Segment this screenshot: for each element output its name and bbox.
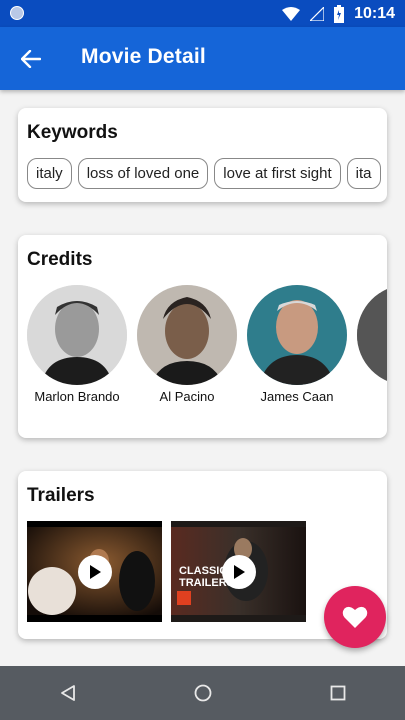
page-title: Movie Detail bbox=[81, 45, 206, 68]
credits-list[interactable]: Marlon Brando Al Pacino James Caan bbox=[27, 285, 387, 404]
keyword-chip-list[interactable]: italy loss of loved one love at first si… bbox=[27, 158, 381, 189]
app-bar: Movie Detail bbox=[0, 27, 405, 90]
keyword-chip[interactable]: love at first sight bbox=[214, 158, 341, 189]
play-icon bbox=[89, 564, 101, 579]
heart-icon bbox=[342, 606, 368, 628]
nav-recents-button[interactable] bbox=[318, 673, 358, 713]
trailer-thumbnail[interactable] bbox=[27, 521, 162, 622]
keyword-chip[interactable]: loss of loved one bbox=[77, 158, 209, 189]
credit-item[interactable]: James Caan bbox=[247, 285, 347, 404]
avatar bbox=[247, 285, 347, 385]
play-button[interactable] bbox=[221, 554, 256, 589]
clock: 10:14 bbox=[354, 5, 395, 22]
back-button[interactable] bbox=[16, 44, 46, 74]
status-bar: 10:14 bbox=[0, 0, 405, 27]
keyword-chip[interactable]: ita bbox=[346, 158, 381, 189]
credit-item[interactable]: Al Pacino bbox=[137, 285, 237, 404]
trailers-heading: Trailers bbox=[27, 485, 95, 506]
wifi-icon bbox=[282, 7, 301, 21]
avatar bbox=[137, 285, 237, 385]
status-icons: 10:14 bbox=[282, 4, 395, 24]
notification-icon bbox=[10, 6, 24, 20]
avatar bbox=[27, 285, 127, 385]
trailer-thumbnail[interactable]: CLASSIC TRAILERS bbox=[171, 521, 306, 622]
trailer-overlay-text: CLASSIC TRAILERS bbox=[179, 565, 234, 589]
play-button[interactable] bbox=[77, 554, 112, 589]
square-recents-icon bbox=[330, 685, 345, 701]
play-icon bbox=[233, 564, 245, 579]
credits-card: Credits Marlon Brando Al Pacino James Ca… bbox=[18, 235, 387, 438]
nav-back-button[interactable] bbox=[48, 673, 88, 713]
system-nav-bar bbox=[0, 666, 405, 720]
keywords-card: Keywords italy loss of loved one love at… bbox=[18, 108, 387, 202]
triangle-back-icon bbox=[60, 685, 75, 701]
credit-item[interactable] bbox=[357, 285, 387, 404]
credits-heading: Credits bbox=[27, 249, 93, 270]
circle-home-icon bbox=[194, 684, 211, 702]
credit-item[interactable]: Marlon Brando bbox=[27, 285, 127, 404]
favorite-button[interactable] bbox=[324, 586, 386, 648]
nav-home-button[interactable] bbox=[183, 673, 223, 713]
arrow-left-icon bbox=[21, 50, 41, 68]
battery-icon bbox=[334, 5, 345, 23]
avatar bbox=[357, 285, 387, 385]
keywords-heading: Keywords bbox=[27, 122, 118, 143]
keyword-chip[interactable]: italy bbox=[27, 158, 72, 189]
credit-name: James Caan bbox=[260, 389, 334, 404]
credit-name: Marlon Brando bbox=[34, 389, 120, 404]
trailer-list[interactable]: CLASSIC TRAILERS bbox=[27, 521, 306, 622]
cell-signal-icon bbox=[310, 7, 325, 21]
credit-name: Al Pacino bbox=[159, 389, 215, 404]
